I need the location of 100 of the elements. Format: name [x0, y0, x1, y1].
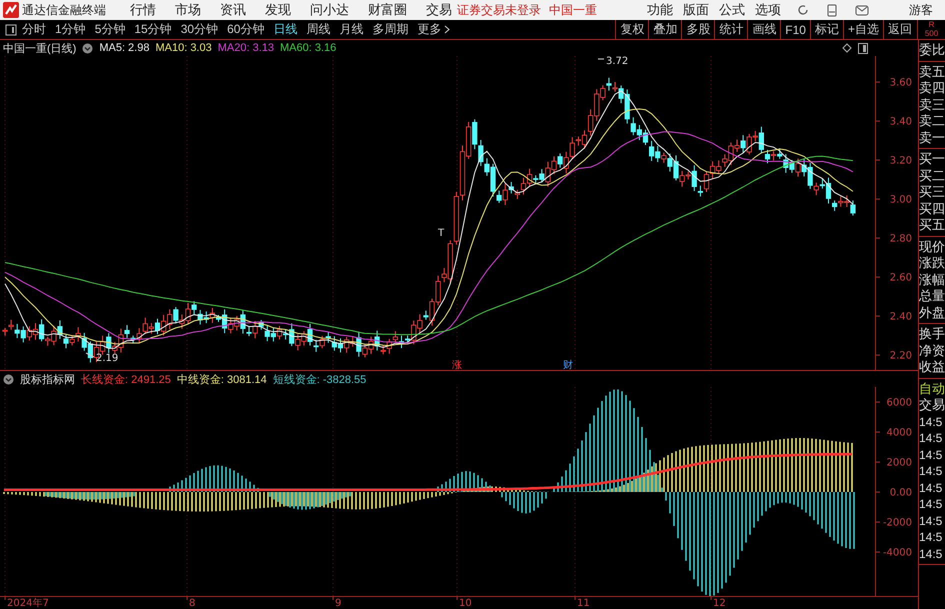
trade-time: 14:5	[919, 496, 944, 512]
menu-item[interactable]: 版面	[683, 1, 709, 19]
period-tab[interactable]: 1分钟	[55, 21, 86, 38]
quote-label: 卖五	[919, 64, 945, 80]
axis-label: 3.40	[890, 116, 912, 128]
quote-label: 净资	[919, 342, 945, 359]
toolbar-button[interactable]: +自选	[842, 20, 883, 39]
date-label: 9	[335, 598, 342, 608]
diamond-icon[interactable]	[842, 43, 852, 53]
quote-label: 买二	[919, 168, 945, 184]
chart-title: 中国一重(日线)	[3, 42, 76, 56]
menu-item[interactable]: 财富圈	[368, 1, 407, 19]
quote-label: 卖一	[919, 130, 945, 146]
date-label: 10	[459, 598, 472, 608]
quote-label: 卖四	[919, 80, 945, 96]
leader-line	[598, 58, 604, 60]
indicator-title: 股标指标网	[20, 372, 75, 386]
mail-icon[interactable]	[855, 4, 869, 16]
moving-average-value: MA20: 3.13	[218, 42, 274, 54]
axis-label: 4000	[886, 428, 912, 438]
period-tab[interactable]: 60分钟	[227, 21, 264, 38]
indicator-value: 中线资金: 3081.14	[176, 372, 267, 386]
toolbar-button[interactable]: 返回	[883, 20, 916, 39]
period-tab[interactable]: 15分钟	[134, 21, 172, 38]
quote-label: 卖三	[919, 96, 945, 113]
quote-label: 现价	[919, 238, 945, 255]
period-tab[interactable]: 周线	[306, 21, 330, 38]
menu-item[interactable]: 资讯	[220, 1, 246, 19]
status-text: 中国一重	[549, 2, 597, 18]
trade-time: 14:5	[919, 463, 944, 480]
user-label[interactable]: 游客	[909, 2, 933, 18]
panel-toggle-icon[interactable]	[858, 42, 868, 54]
axis-label: 2.60	[890, 272, 912, 284]
chart-annotation: 财	[563, 360, 573, 370]
status-text: 证券交易未登录	[457, 2, 541, 18]
chart-annotation: T	[438, 228, 444, 239]
trade-time: 14:5	[919, 414, 944, 430]
quote-label: 买三	[919, 184, 945, 200]
period-tab[interactable]: 30分钟	[180, 21, 218, 38]
leader-line	[86, 352, 94, 358]
axis-label: 3.00	[890, 194, 912, 206]
chart-annotation: 涨	[452, 360, 462, 370]
chart-annotation: 3.72	[606, 56, 628, 67]
menu-item[interactable]: 公式	[719, 1, 745, 19]
axis-label: 6000	[886, 398, 912, 408]
axis-label: -2000	[882, 518, 912, 528]
more-button[interactable]: 更多	[417, 21, 450, 38]
phone-icon[interactable]	[827, 4, 837, 16]
moving-average-value: MA10: 3.03	[155, 42, 212, 54]
moving-average-value: MA5: 2.98	[99, 42, 150, 54]
period-tab[interactable]: 分时	[22, 21, 46, 38]
date-label: 8	[189, 598, 196, 608]
menu-item[interactable]: 功能	[647, 1, 673, 19]
indicator-value: 长线资金: 2491.25	[81, 372, 171, 386]
trade-time: 14:5	[919, 446, 944, 463]
quote-label: 卖二	[919, 113, 945, 130]
period-tab[interactable]: 日线	[273, 21, 298, 38]
toolbar-button[interactable]: 叠加	[648, 20, 682, 39]
menu-item[interactable]: 选项	[755, 1, 781, 19]
axis-label: 2.40	[890, 312, 912, 322]
menu-item[interactable]: 发现	[265, 1, 291, 19]
toolbar-button[interactable]: 复权	[615, 20, 648, 39]
trade-time: 14:5	[919, 430, 944, 446]
menu-item[interactable]: 问小达	[310, 1, 349, 19]
trade-time: 14:5	[919, 512, 944, 529]
toolbar-button[interactable]: 多股	[681, 20, 714, 39]
chevron-down-icon[interactable]	[82, 42, 94, 54]
date-label: 2024年7	[7, 598, 49, 608]
date-label: 11	[577, 598, 590, 608]
auto-label[interactable]: 自动	[919, 380, 945, 397]
quote-label: 涨幅	[919, 272, 945, 288]
trade-time: 14:5	[919, 480, 944, 496]
date-label: 12	[713, 598, 726, 608]
toolbar-button[interactable]: 标记	[810, 20, 843, 39]
period-tab[interactable]: 5分钟	[94, 21, 126, 38]
indicator-value: 短线资金: -3828.55	[272, 372, 366, 386]
menu-item[interactable]: 交易	[426, 1, 452, 19]
quote-label: 买一	[919, 151, 945, 168]
panel-toggle-icon[interactable]	[5, 24, 17, 36]
toolbar-button[interactable]: 统计	[714, 20, 748, 39]
quote-label: 买四	[919, 200, 945, 217]
quote-label: 换手	[919, 326, 945, 342]
order-depth-badge[interactable]: R 500	[917, 20, 945, 39]
toolbar-button[interactable]: F10	[780, 20, 810, 39]
axis-label: 0.00	[890, 488, 912, 498]
axis-label: 3.20	[890, 156, 912, 166]
quote-label: 总量	[919, 288, 945, 304]
trade-time: 14:5	[919, 529, 944, 546]
refresh-icon[interactable]	[797, 4, 809, 16]
axis-label: 2.20	[890, 350, 912, 362]
toolbar-button[interactable]: 画线	[747, 20, 780, 39]
quote-label: 收益	[919, 359, 945, 376]
chevron-down-icon[interactable]	[3, 374, 14, 384]
quote-label: 涨跌	[919, 255, 945, 272]
moving-average-value: MA60: 3.16	[280, 42, 336, 54]
period-tab[interactable]: 多周期	[372, 21, 408, 38]
period-tab[interactable]: 月线	[339, 21, 364, 38]
quote-label: 委比	[919, 42, 945, 58]
menu-item[interactable]: 行情	[130, 1, 156, 19]
menu-item[interactable]: 市场	[175, 1, 201, 19]
